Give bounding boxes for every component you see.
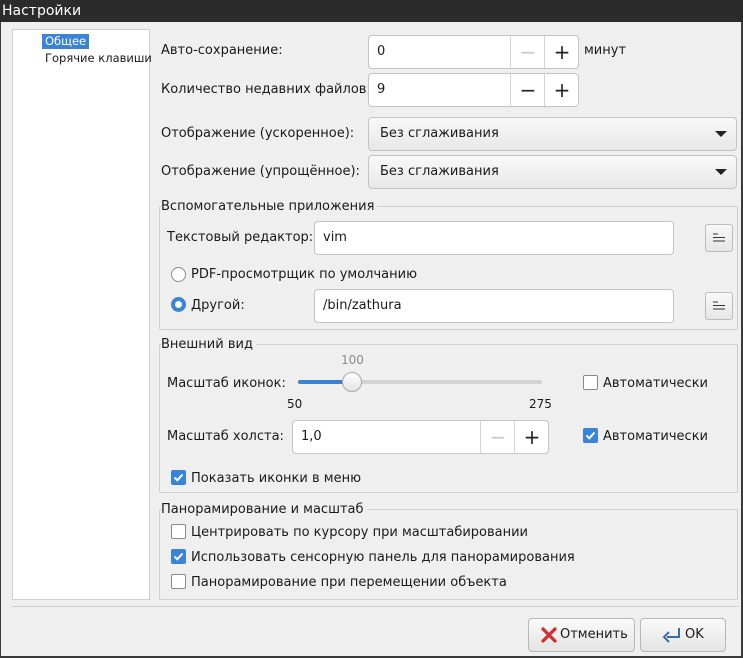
title-bar[interactable]: Настройки xyxy=(0,0,743,22)
autosave-label: Авто-сохранение: xyxy=(161,43,283,58)
text-editor-field[interactable]: vim xyxy=(314,221,674,255)
icon-scale-auto-label[interactable]: Автоматически xyxy=(603,376,708,391)
ok-button[interactable]: OK xyxy=(640,618,726,652)
autosave-increment-button[interactable]: + xyxy=(544,36,579,68)
window-title: Настройки xyxy=(2,3,82,19)
pan-on-move-checkbox[interactable] xyxy=(171,574,186,589)
ok-button-label: OK xyxy=(685,627,704,642)
cancel-icon xyxy=(541,627,557,643)
check-icon xyxy=(173,552,184,561)
canvas-scale-auto-checkbox[interactable] xyxy=(583,428,598,443)
appearance-group-title: Внешний вид xyxy=(161,337,256,352)
sidebar-tree: Общее Горячие клавиши xyxy=(12,29,152,600)
autosave-spinbox[interactable]: 0 − + xyxy=(368,35,579,69)
pdf-other-label[interactable]: Другой: xyxy=(191,298,245,313)
window-border-left xyxy=(0,22,1,658)
autosave-value[interactable]: 0 xyxy=(377,36,385,68)
pdf-other-radio[interactable] xyxy=(171,297,186,312)
recent-files-spinbox[interactable]: 9 − + xyxy=(368,73,579,107)
sidebar-item-hotkeys[interactable]: Горячие клавиши xyxy=(42,51,155,66)
cancel-button-label: Отменить xyxy=(560,627,628,642)
center-cursor-label[interactable]: Центрировать по курсору при масштабирова… xyxy=(191,525,528,540)
render-accel-combo[interactable]: Без сглаживания xyxy=(368,117,737,151)
cancel-button[interactable]: Отменить xyxy=(528,618,635,652)
pan-on-move-label[interactable]: Панорамирование при перемещении объекта xyxy=(191,575,507,590)
touchpad-pan-checkbox[interactable] xyxy=(171,549,186,564)
icon-scale-value-label: 100 xyxy=(341,353,364,367)
chevron-down-icon xyxy=(715,131,727,137)
render-simple-combo[interactable]: Без сглаживания xyxy=(368,155,737,189)
show-menu-icons-checkbox[interactable] xyxy=(171,470,186,485)
show-menu-icons-label[interactable]: Показать иконки в меню xyxy=(191,471,361,486)
panzoom-group-title: Панорамирование и масштаб xyxy=(161,502,367,517)
pdf-browse-button[interactable] xyxy=(705,292,733,320)
text-editor-label: Текстовый редактор: xyxy=(167,230,314,245)
pdf-other-value[interactable]: /bin/zathura xyxy=(323,290,402,322)
autosave-unit: минут xyxy=(584,43,627,58)
autosave-decrement-button[interactable]: − xyxy=(510,36,545,68)
icon-scale-min-label: 50 xyxy=(287,397,303,411)
check-icon xyxy=(585,431,596,440)
icon-scale-label: Масштаб иконок: xyxy=(167,376,286,391)
icon-scale-auto-checkbox[interactable] xyxy=(583,375,598,390)
render-accel-value: Без сглаживания xyxy=(380,126,499,141)
list-icon xyxy=(713,233,725,242)
canvas-scale-value[interactable]: 1,0 xyxy=(301,421,322,453)
pdf-default-radio[interactable] xyxy=(171,267,186,282)
helpers-group-title: Вспомогательные приложения xyxy=(161,199,378,214)
render-accel-label: Отображение (ускоренное): xyxy=(161,126,355,141)
canvas-scale-spinbox[interactable]: 1,0 − + xyxy=(292,420,549,454)
recent-files-decrement-button[interactable]: − xyxy=(510,74,545,106)
list-icon xyxy=(713,301,725,310)
footer-separator xyxy=(12,606,739,607)
canvas-scale-increment-button[interactable]: + xyxy=(514,421,549,453)
recent-files-label: Количество недавних файлов: xyxy=(161,82,371,97)
canvas-scale-label: Масштаб холста: xyxy=(167,429,284,444)
sidebar-item-general[interactable]: Общее xyxy=(42,34,90,49)
center-cursor-checkbox[interactable] xyxy=(171,524,186,539)
text-editor-value[interactable]: vim xyxy=(323,222,347,254)
canvas-scale-decrement-button[interactable]: − xyxy=(480,421,515,453)
icon-scale-max-label: 275 xyxy=(529,397,552,411)
render-simple-label: Отображение (упрощённое): xyxy=(161,164,360,179)
pdf-default-label[interactable]: PDF-просмотрщик по умолчанию xyxy=(191,267,417,282)
enter-arrow-icon xyxy=(662,628,680,643)
canvas-scale-auto-label[interactable]: Автоматически xyxy=(603,429,708,444)
render-simple-value: Без сглаживания xyxy=(380,164,499,179)
recent-files-value[interactable]: 9 xyxy=(377,74,385,106)
chevron-down-icon xyxy=(715,169,727,175)
recent-files-increment-button[interactable]: + xyxy=(544,74,579,106)
text-editor-browse-button[interactable] xyxy=(705,224,733,252)
touchpad-pan-label[interactable]: Использовать сенсорную панель для панора… xyxy=(191,550,575,565)
check-icon xyxy=(173,473,184,482)
pdf-other-field[interactable]: /bin/zathura xyxy=(314,289,674,323)
